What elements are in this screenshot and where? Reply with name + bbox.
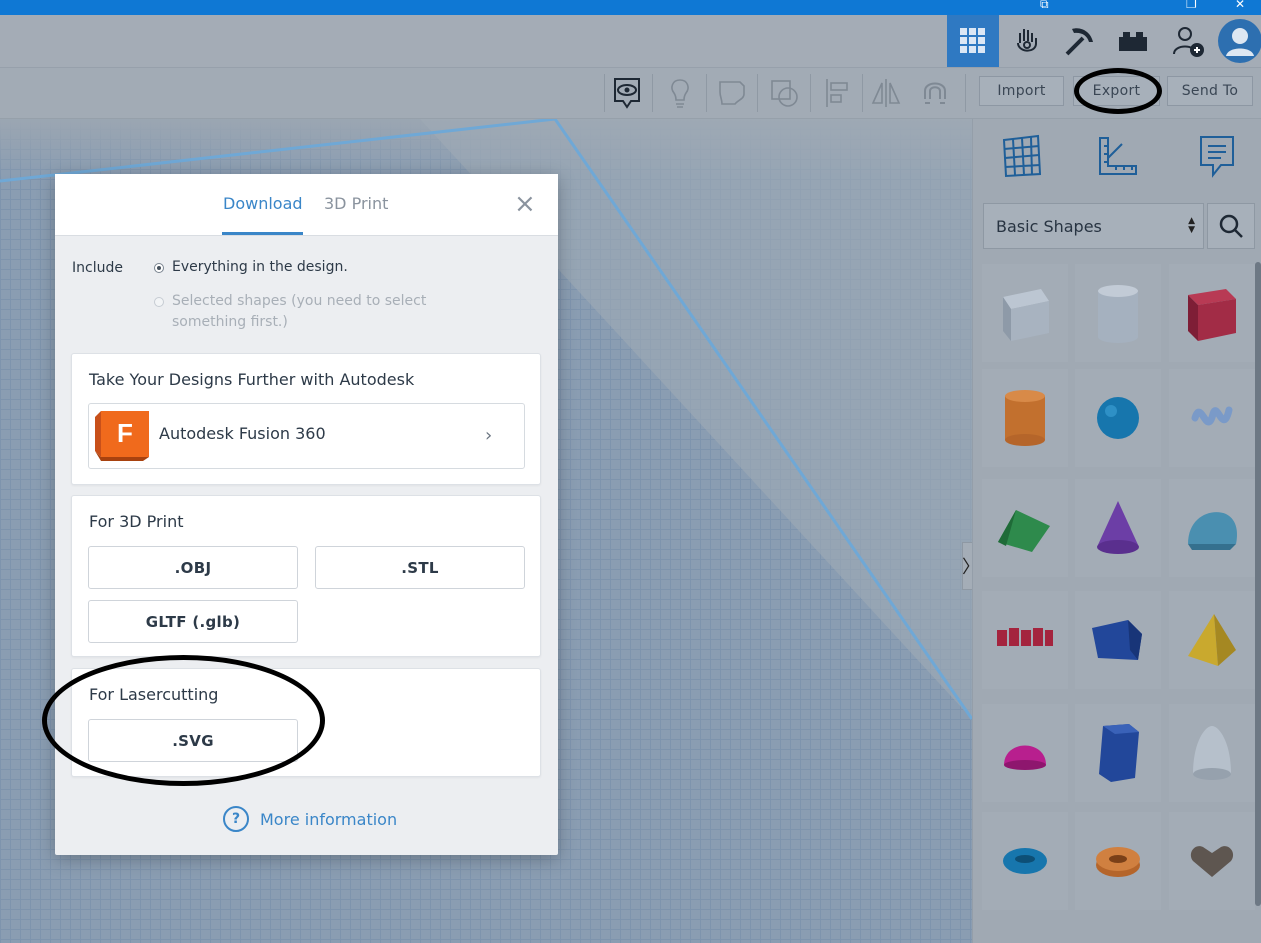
shapes-panel: Basic Shapes ▲ ▼ <box>972 119 1261 943</box>
fusion-360-logo-icon: F <box>95 411 149 461</box>
ruler-icon[interactable] <box>1095 133 1141 179</box>
shape-text[interactable] <box>982 591 1068 689</box>
note-icon[interactable] <box>1194 133 1240 179</box>
fusion-360-label: Autodesk Fusion 360 <box>159 424 326 443</box>
add-user-icon[interactable] <box>1162 15 1214 67</box>
svg-highlight-ring <box>42 655 325 786</box>
panel-scrollbar[interactable] <box>1255 262 1261 906</box>
option-selected-label-cont: something first.) <box>172 314 288 330</box>
view-icon[interactable] <box>607 72 647 114</box>
export-highlight-ring <box>1074 68 1162 114</box>
align-icon[interactable] <box>818 72 858 114</box>
shape-roof[interactable] <box>982 479 1068 577</box>
radio-selected-shapes[interactable] <box>154 297 164 307</box>
shape-paraboloid[interactable] <box>1169 704 1255 802</box>
autodesk-card: Take Your Designs Further with Autodesk … <box>71 353 541 485</box>
option-selected-label: Selected shapes (you need to select <box>172 293 427 309</box>
mirror-icon[interactable] <box>866 72 906 114</box>
restore-icon[interactable]: ❐ <box>1186 0 1197 11</box>
option-everything-label[interactable]: Everything in the design. <box>172 257 348 278</box>
shape-torus[interactable] <box>982 812 1068 910</box>
toolbar-divider <box>965 74 966 112</box>
radio-everything[interactable] <box>154 263 164 273</box>
search-icon <box>1219 214 1243 238</box>
autodesk-card-title: Take Your Designs Further with Autodesk <box>89 370 415 389</box>
3d-print-card-title: For 3D Print <box>89 512 184 531</box>
shape-cylinder-striped[interactable] <box>1075 264 1161 362</box>
shape-heart[interactable] <box>1169 812 1255 910</box>
workplane-icon[interactable] <box>999 133 1045 179</box>
shape-note-icon[interactable] <box>712 72 752 114</box>
shape-sphere[interactable] <box>1075 369 1161 467</box>
more-information-label: More information <box>260 809 398 829</box>
brick-icon[interactable] <box>1107 15 1159 67</box>
edit-toolbar: Import Export Send To <box>0 68 1261 119</box>
fusion-360-link[interactable]: F Autodesk Fusion 360 › <box>88 403 525 469</box>
shape-polygon[interactable] <box>1075 591 1161 689</box>
toolbar-divider <box>810 74 811 112</box>
shape-library-select[interactable]: Basic Shapes ▲ ▼ <box>983 203 1204 249</box>
shape-round-roof[interactable] <box>1169 479 1255 577</box>
fusion-logo-letter: F <box>117 418 133 448</box>
stl-button[interactable]: .STL <box>315 546 525 589</box>
shape-cylinder-orange[interactable] <box>982 369 1068 467</box>
help-icon: ? <box>223 806 249 832</box>
hand-gesture-icon[interactable] <box>1001 15 1053 67</box>
shape-half-sphere[interactable] <box>982 704 1068 802</box>
send-to-button[interactable]: Send To <box>1167 76 1253 106</box>
shape-box-red[interactable] <box>1169 264 1255 362</box>
shape-cone[interactable] <box>1075 479 1161 577</box>
dialog-header: Download 3D Print × <box>55 174 558 236</box>
gltf-button[interactable]: GLTF (.glb) <box>88 600 298 643</box>
shape-pyramid[interactable] <box>1169 591 1255 689</box>
grid-view-icon[interactable] <box>947 15 999 67</box>
avatar-icon[interactable] <box>1214 15 1261 67</box>
top-bar <box>0 15 1261 68</box>
shape-hexagonal-prism[interactable] <box>1075 704 1161 802</box>
snip-icon[interactable]: ⧉ <box>1040 0 1049 12</box>
toolbar-divider <box>862 74 863 112</box>
import-button[interactable]: Import <box>979 76 1064 106</box>
active-tab-indicator <box>222 232 303 235</box>
toolbar-divider <box>652 74 653 112</box>
shape-tube[interactable] <box>1075 812 1161 910</box>
lightbulb-icon[interactable] <box>660 72 700 114</box>
shape-search-button[interactable] <box>1207 203 1255 249</box>
toolbar-divider <box>757 74 758 112</box>
pickaxe-icon[interactable] <box>1054 15 1106 67</box>
magnet-icon[interactable] <box>915 72 955 114</box>
close-icon[interactable]: × <box>514 191 536 217</box>
obj-button[interactable]: .OBJ <box>88 546 298 589</box>
window-title-bar: ⧉ ❐ ✕ <box>0 0 1261 15</box>
select-arrows-icon: ▲ ▼ <box>1188 216 1195 235</box>
shape-box[interactable] <box>982 264 1068 362</box>
chevron-right-icon: › <box>485 425 493 446</box>
shape-library-value: Basic Shapes <box>996 216 1102 236</box>
include-label: Include <box>72 260 123 276</box>
tab-download[interactable]: Download <box>223 194 303 213</box>
group-icon[interactable] <box>764 72 804 114</box>
shape-scribble[interactable] <box>1169 369 1255 467</box>
tab-3d-print[interactable]: 3D Print <box>324 194 388 213</box>
close-window-icon[interactable]: ✕ <box>1235 0 1245 11</box>
toolbar-divider <box>604 74 605 112</box>
3d-print-card: For 3D Print .OBJ .STL GLTF (.glb) <box>71 495 541 657</box>
toolbar-divider <box>706 74 707 112</box>
more-information-link[interactable]: ? More information <box>223 806 397 832</box>
